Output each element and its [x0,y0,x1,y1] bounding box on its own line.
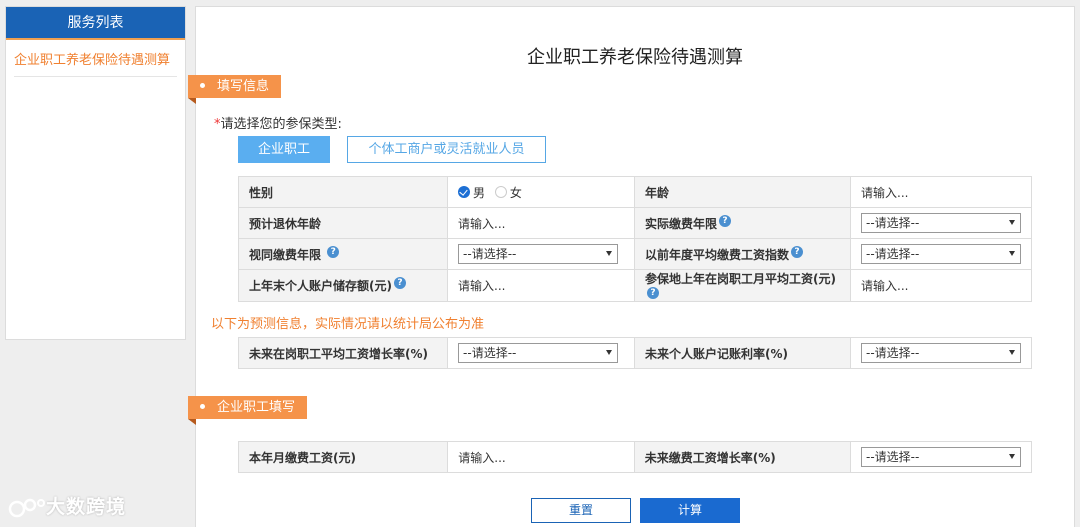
age-label: 年龄 [633,176,852,208]
retire-age-placeholder: 请输入... [458,216,506,231]
account-rate-select[interactable]: --请选择-- [861,343,1021,363]
radio-female-label[interactable]: 女 [510,186,522,200]
prediction-table: 未来在岗职工平均工资增长率(%) --请选择-- 未来个人账户记账利率(%) -… [237,337,1032,369]
account-balance-label-cell: 上年末个人账户储存额(元)? [237,269,449,302]
calculate-button[interactable]: 计算 [640,498,740,523]
table-row: 上年末个人账户储存额(元)? 请输入... 参保地上年在岗职工月平均工资(元)?… [237,269,1032,302]
bullet-icon [200,404,205,409]
account-rate-label: 未来个人账户记账利率(%) [633,337,852,369]
avg-index-label-cell: 以前年度平均缴费工资指数? [633,238,852,270]
deemed-years-cell: --请选择-- [447,238,635,270]
avg-index-cell: --请选择-- [850,238,1032,270]
local-wage-input[interactable]: 请输入... [850,269,1032,302]
radio-male-label[interactable]: 男 [473,186,485,200]
future-growth-label: 未来缴费工资增长率(%) [633,441,852,473]
account-balance-label: 上年末个人账户储存额(元) [249,279,392,293]
radio-female[interactable] [494,186,507,198]
enterprise-table: 本年月缴费工资(元) 请输入... 未来缴费工资增长率(%) --请选择-- [237,441,1032,473]
monthly-wage-placeholder: 请输入... [458,450,506,465]
future-growth-select[interactable]: --请选择-- [861,447,1021,467]
sidebar: 服务列表 企业职工养老保险待遇测算 [5,6,186,340]
help-icon[interactable]: ? [719,214,731,227]
watermark-icon [8,498,45,517]
chevron-down-icon [1009,251,1015,256]
select-value: --请选择-- [866,450,920,464]
deemed-years-label-cell: 视同缴费年限 ? [237,238,449,270]
actual-years-label-cell: 实际缴费年限? [633,207,852,239]
avg-index-label: 以前年度平均缴费工资指数 [644,247,789,262]
type-button-individual[interactable]: 个体工商户或灵活就业人员 [347,136,546,163]
table-row: 本年月缴费工资(元) 请输入... 未来缴费工资增长率(%) --请选择-- [237,441,1032,473]
prediction-note: 以下为预测信息，实际情况请以统计局公布为准 [211,317,485,332]
help-icon[interactable]: ? [646,287,659,299]
select-value: --请选择-- [866,346,920,360]
local-wage-label: 参保地上年在岗职工月平均工资(元) [644,272,836,286]
retire-age-label: 预计退休年龄 [237,207,449,239]
section-title: 企业职工填写 [217,400,296,415]
select-value: --请选择-- [463,346,517,360]
gender-label: 性别 [237,176,449,208]
chevron-down-icon [606,251,613,256]
select-value: --请选择-- [866,247,920,261]
section-ribbon-fill-info: 填写信息 [188,75,282,104]
table-row: 未来在岗职工平均工资增长率(%) --请选择-- 未来个人账户记账利率(%) -… [237,337,1032,369]
insurance-type-text: 请选择您的参保类型: [220,117,342,132]
account-rate-cell: --请选择-- [850,337,1032,369]
section-title: 填写信息 [217,79,270,94]
actual-years-cell: --请选择-- [850,207,1032,239]
local-wage-placeholder: 请输入... [861,279,909,293]
table-row: 预计退休年龄 请输入... 实际缴费年限? --请选择-- [237,207,1032,239]
select-value: --请选择-- [866,216,920,230]
chevron-down-icon [1009,350,1015,355]
main-panel: 企业职工养老保险待遇测算 填写信息 *请选择您的参保类型: 企业职工 个体工商户… [188,6,1075,527]
page-title: 企业职工养老保险待遇测算 [527,47,743,68]
avg-index-select[interactable]: --请选择-- [861,244,1021,264]
account-balance-placeholder: 请输入... [458,279,506,293]
gender-radio-group: 男 女 [447,176,635,208]
deemed-years-label: 视同缴费年限 [249,247,322,262]
sidebar-item-pension-calc[interactable]: 企业职工养老保险待遇测算 [14,46,177,77]
monthly-wage-input[interactable]: 请输入... [447,441,635,473]
section-ribbon-enterprise: 企业职工填写 [188,396,308,425]
insurance-type-label: *请选择您的参保类型: [214,113,342,132]
type-button-enterprise[interactable]: 企业职工 [238,136,330,163]
select-value: --请选择-- [463,247,517,261]
account-balance-input[interactable]: 请输入... [447,269,635,302]
basic-info-table: 性别 男 女 年龄 请输入... 预计退休年龄 请输入... 实际缴费年限? -… [237,176,1032,302]
retire-age-input[interactable]: 请输入... [447,207,635,239]
chevron-down-icon [1009,454,1015,459]
reset-button[interactable]: 重置 [531,498,631,523]
local-wage-label-cell: 参保地上年在岗职工月平均工资(元)? [633,269,852,302]
actual-years-select[interactable]: --请选择-- [861,213,1021,233]
table-row: 视同缴费年限 ? --请选择-- 以前年度平均缴费工资指数? --请选择-- [237,238,1032,270]
age-input[interactable]: 请输入... [850,176,1032,208]
help-icon[interactable]: ? [393,277,406,289]
wage-growth-select[interactable]: --请选择-- [458,343,619,363]
help-icon[interactable]: ? [327,245,340,258]
watermark-logo: 大数跨境 [8,492,126,519]
chevron-down-icon [606,350,613,355]
deemed-years-select[interactable]: --请选择-- [458,244,619,264]
table-row: 性别 男 女 年龄 请输入... [237,176,1032,208]
wage-growth-label: 未来在岗职工平均工资增长率(%) [237,337,449,369]
future-growth-cell: --请选择-- [850,441,1032,473]
help-icon[interactable]: ? [791,245,803,258]
monthly-wage-label: 本年月缴费工资(元) [237,441,449,473]
chevron-down-icon [1009,220,1015,225]
bullet-icon [200,83,205,88]
sidebar-header: 服务列表 [6,7,185,40]
wage-growth-cell: --请选择-- [447,337,635,369]
watermark-text: 大数跨境 [46,496,127,518]
radio-male[interactable] [458,186,471,198]
age-placeholder: 请输入... [861,185,909,200]
actual-years-label: 实际缴费年限 [644,216,717,231]
